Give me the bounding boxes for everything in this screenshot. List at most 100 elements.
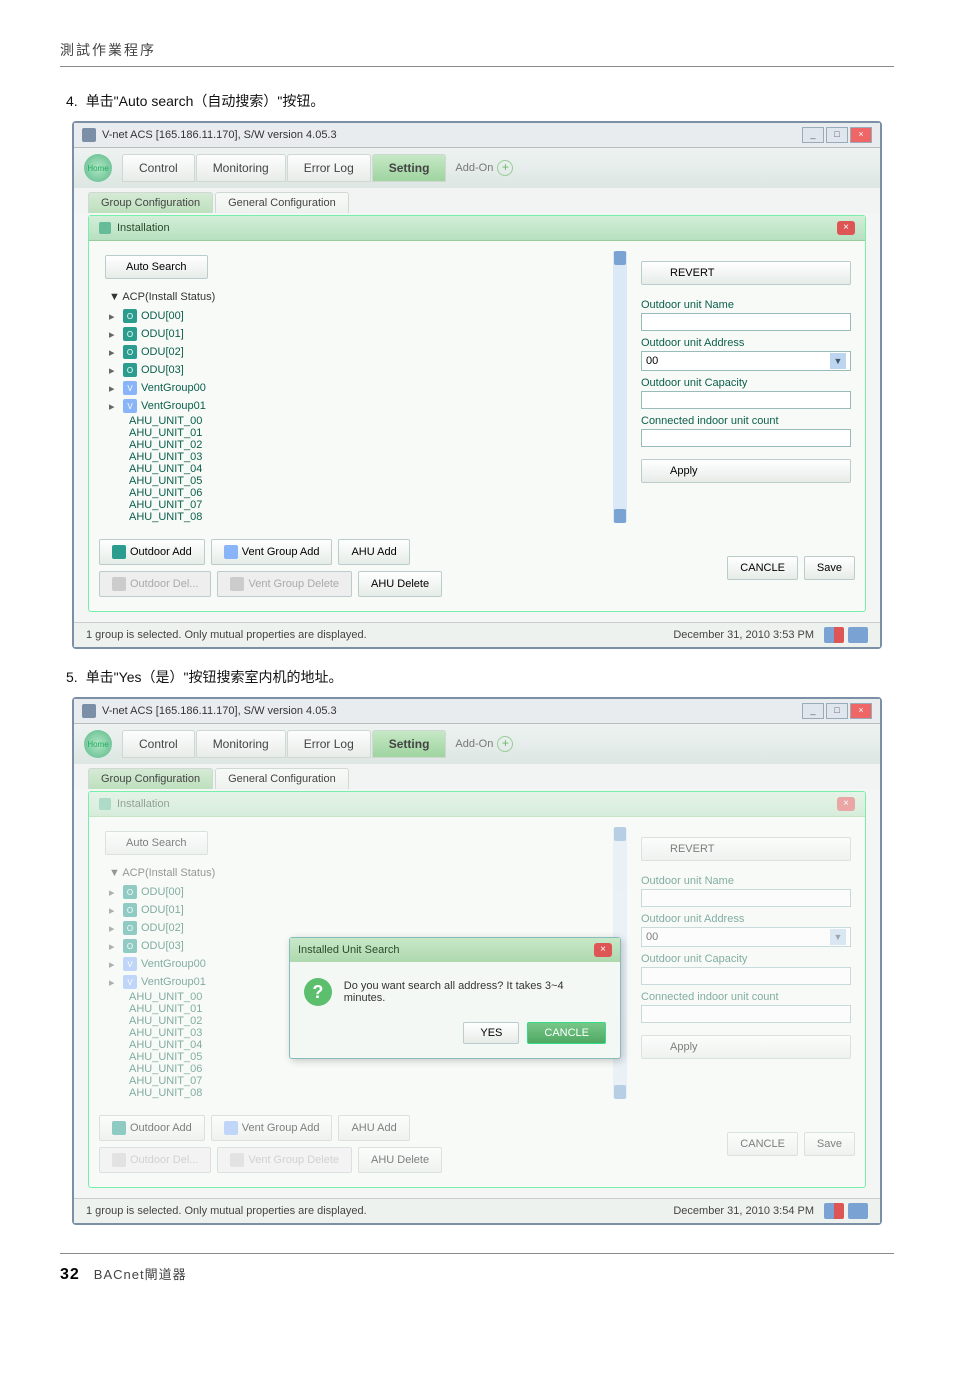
tree-leaf[interactable]: AHU_UNIT_08 xyxy=(129,511,599,523)
outdoor-add-button[interactable]: Outdoor Add xyxy=(99,539,205,565)
outdoor-address-select[interactable]: 00▼ xyxy=(641,927,851,947)
outdoor-name-input[interactable] xyxy=(641,313,851,331)
subtab-general[interactable]: General Configuration xyxy=(215,192,349,213)
tree-item[interactable]: ▸OODU[00] xyxy=(109,307,599,325)
tree-leaf[interactable]: AHU_UNIT_02 xyxy=(129,439,599,451)
tab-monitoring[interactable]: Monitoring xyxy=(196,154,286,182)
tree-item[interactable]: ▸OODU[01] xyxy=(109,325,599,343)
tree-item[interactable]: ▸OODU[00] xyxy=(109,883,599,901)
vent-group-add-button[interactable]: Vent Group Add xyxy=(211,1115,333,1141)
tab-control[interactable]: Control xyxy=(122,730,195,758)
tab-errorlog[interactable]: Error Log xyxy=(287,730,371,758)
ahu-delete-button[interactable]: AHU Delete xyxy=(358,1147,442,1173)
minimize-button[interactable]: _ xyxy=(802,127,824,143)
outdoor-name-input[interactable] xyxy=(641,889,851,907)
tab-addon[interactable]: Add-On+ xyxy=(447,732,521,756)
tree-item[interactable]: ▸OODU[02] xyxy=(109,343,599,361)
outdoor-add-button[interactable]: Outdoor Add xyxy=(99,1115,205,1141)
subtab-general[interactable]: General Configuration xyxy=(215,768,349,789)
auto-search-button[interactable]: Auto Search xyxy=(105,255,208,279)
scrollbar[interactable] xyxy=(613,251,627,523)
odu-icon: O xyxy=(123,345,137,359)
ahu-delete-button[interactable]: AHU Delete xyxy=(358,571,442,597)
vent-icon xyxy=(224,545,238,559)
tab-control[interactable]: Control xyxy=(122,154,195,182)
connected-count-input[interactable] xyxy=(641,429,851,447)
maximize-button[interactable]: □ xyxy=(826,703,848,719)
outdoor-del-button[interactable]: Outdoor Del... xyxy=(99,571,211,597)
panel-close-icon[interactable]: × xyxy=(837,797,855,811)
tree-item[interactable]: ▸OODU[03] xyxy=(109,361,599,379)
tree-item[interactable]: ▸OODU[01] xyxy=(109,901,599,919)
vent-group-add-button[interactable]: Vent Group Add xyxy=(211,539,333,565)
maximize-button[interactable]: □ xyxy=(826,127,848,143)
cancle-button[interactable]: CANCLE xyxy=(727,1132,798,1156)
tree-leaf[interactable]: AHU_UNIT_04 xyxy=(129,463,599,475)
dialog-title: Installed Unit Search xyxy=(298,944,400,956)
revert-button[interactable]: REVERT xyxy=(641,837,851,861)
dialog-close-icon[interactable]: × xyxy=(594,943,612,957)
auto-search-button[interactable]: Auto Search xyxy=(105,831,208,855)
outdoor-capacity-input[interactable] xyxy=(641,391,851,409)
installation-panel: Installation × Auto Search ▼ ACP(Install… xyxy=(88,215,866,612)
step-5: 5.单击"Yes（是）"按钮搜索室内机的地址。 xyxy=(66,667,894,687)
tree-leaf[interactable]: AHU_UNIT_03 xyxy=(129,451,599,463)
odu-icon: O xyxy=(123,885,137,899)
tree-item[interactable]: ▸OODU[02] xyxy=(109,919,599,937)
tree-item[interactable]: ▸VVentGroup01 xyxy=(109,397,599,415)
save-button[interactable]: Save xyxy=(804,556,855,580)
tab-setting[interactable]: Setting xyxy=(372,730,447,758)
subtab-group[interactable]: Group Configuration xyxy=(88,192,213,213)
ahu-add-button[interactable]: AHU Add xyxy=(338,539,409,565)
installation-panel: Installation × Auto Search ▼ ACP(Install… xyxy=(88,791,866,1188)
home-icon[interactable]: Home xyxy=(84,154,112,182)
tab-addon[interactable]: Add-On+ xyxy=(447,156,521,180)
outdoor-del-button[interactable]: Outdoor Del... xyxy=(99,1147,211,1173)
scroll-down-icon xyxy=(614,509,626,523)
device-tree: ▼ ACP(Install Status) ▸OODU[00] ▸OODU[01… xyxy=(109,291,599,523)
vent-group-del-button[interactable]: Vent Group Delete xyxy=(217,571,352,597)
home-icon[interactable]: Home xyxy=(84,730,112,758)
tree-leaf[interactable]: AHU_UNIT_06 xyxy=(129,1063,599,1075)
status-icon xyxy=(848,1203,868,1219)
installed-unit-search-dialog: Installed Unit Search × ? Do you want se… xyxy=(289,937,621,1059)
tree-leaf[interactable]: AHU_UNIT_05 xyxy=(129,475,599,487)
tree-leaf[interactable]: AHU_UNIT_07 xyxy=(129,499,599,511)
close-button[interactable]: × xyxy=(850,127,872,143)
outdoor-address-select[interactable]: 00▼ xyxy=(641,351,851,371)
yes-button[interactable]: YES xyxy=(463,1022,519,1044)
apply-button[interactable]: Apply xyxy=(641,1035,851,1059)
outdoor-capacity-input[interactable] xyxy=(641,967,851,985)
vent-group-del-button[interactable]: Vent Group Delete xyxy=(217,1147,352,1173)
apply-button[interactable]: Apply xyxy=(641,459,851,483)
subtab-group[interactable]: Group Configuration xyxy=(88,768,213,789)
tree-leaf[interactable]: AHU_UNIT_01 xyxy=(129,427,599,439)
connected-count-input[interactable] xyxy=(641,1005,851,1023)
tree-leaf[interactable]: AHU_UNIT_00 xyxy=(129,415,599,427)
revert-button[interactable]: REVERT xyxy=(641,261,851,285)
tree-leaf[interactable]: AHU_UNIT_07 xyxy=(129,1075,599,1087)
save-button[interactable]: Save xyxy=(804,1132,855,1156)
question-icon: ? xyxy=(304,978,332,1006)
tree-leaf[interactable]: AHU_UNIT_06 xyxy=(129,487,599,499)
minimize-button[interactable]: _ xyxy=(802,703,824,719)
cancle-button[interactable]: CANCLE xyxy=(727,556,798,580)
vent-icon: V xyxy=(123,957,137,971)
sub-tabs: Group Configuration General Configuratio… xyxy=(74,764,880,789)
panel-icon xyxy=(99,798,111,810)
odu-icon: O xyxy=(123,327,137,341)
panel-title: Installation xyxy=(117,222,170,234)
tree-leaf[interactable]: AHU_UNIT_08 xyxy=(129,1087,599,1099)
tab-monitoring[interactable]: Monitoring xyxy=(196,730,286,758)
cancle-button[interactable]: CANCLE xyxy=(527,1022,606,1044)
close-button[interactable]: × xyxy=(850,703,872,719)
ahu-add-button[interactable]: AHU Add xyxy=(338,1115,409,1141)
tab-setting[interactable]: Setting xyxy=(372,154,447,182)
tab-errorlog[interactable]: Error Log xyxy=(287,154,371,182)
panel-title: Installation xyxy=(117,798,170,810)
status-icon xyxy=(824,627,844,643)
breadcrumb: 測試作業程序 xyxy=(60,40,894,60)
odu-icon: O xyxy=(123,939,137,953)
tree-item[interactable]: ▸VVentGroup00 xyxy=(109,379,599,397)
panel-close-icon[interactable]: × xyxy=(837,221,855,235)
